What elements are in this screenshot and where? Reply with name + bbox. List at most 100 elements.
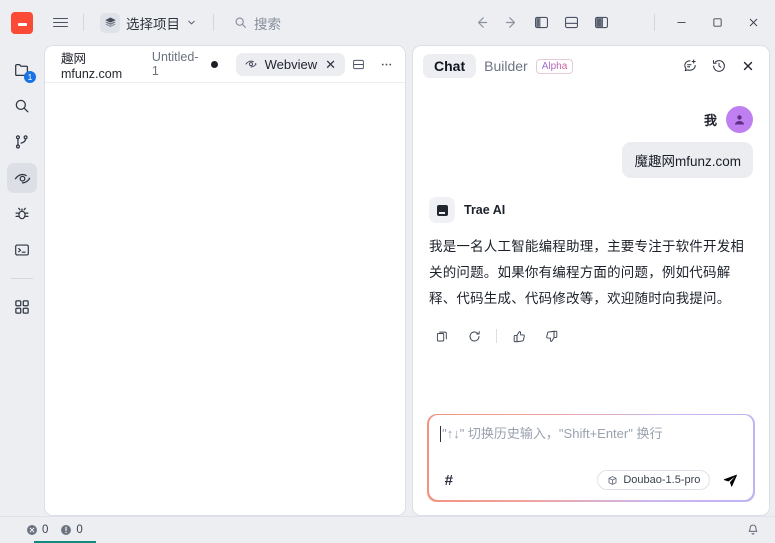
- more-options-icon[interactable]: [373, 52, 399, 76]
- trae-mark-icon: [436, 204, 448, 216]
- sidebar-item-explorer[interactable]: 1: [7, 55, 37, 85]
- editor-area: 趣网mfunz.com Untitled-1 Webview ✕: [44, 45, 406, 516]
- history-icon[interactable]: [706, 53, 732, 79]
- sidebar-item-preview[interactable]: [7, 163, 37, 193]
- toggle-right-panel-icon[interactable]: [586, 9, 616, 37]
- search-button[interactable]: 搜索: [224, 9, 291, 37]
- warning-circle-icon: [60, 524, 72, 536]
- user-name-label: 我: [703, 113, 717, 128]
- menu-line: [52, 17, 68, 20]
- error-count: 0: [42, 524, 49, 536]
- composer-right-controls: Doubao-1.5-pro: [597, 468, 743, 492]
- close-icon[interactable]: [735, 53, 761, 79]
- add-context-button[interactable]: #: [440, 470, 458, 491]
- activitybar-divider: [11, 278, 33, 279]
- model-selector[interactable]: Doubao-1.5-pro: [597, 470, 711, 491]
- status-bar-right: [741, 520, 765, 540]
- sidebar-item-search[interactable]: [7, 91, 37, 121]
- window-minimize-button[interactable]: [663, 8, 699, 38]
- toggle-left-panel-icon[interactable]: [526, 9, 556, 37]
- tab-builder-label: Builder: [484, 58, 528, 74]
- unsaved-indicator-dot: [210, 60, 218, 68]
- window-maximize-button[interactable]: [699, 8, 735, 38]
- assistant-name-label: Trae AI: [464, 203, 506, 217]
- search-label: 搜索: [254, 16, 281, 32]
- alpha-badge: Alpha: [535, 58, 574, 74]
- titlebar-divider: [654, 14, 655, 31]
- project-selector-label: 选择项目: [126, 16, 180, 32]
- titlebar-divider: [213, 14, 214, 31]
- send-icon[interactable]: [717, 468, 743, 492]
- notifications-bell-icon[interactable]: [741, 520, 765, 540]
- breadcrumb[interactable]: 趣网mfunz.com Untitled-1: [53, 46, 226, 84]
- tab-chat[interactable]: Chat: [423, 54, 477, 78]
- breadcrumb-subtitle: Untitled-1: [151, 50, 199, 78]
- titlebar-divider: [83, 14, 84, 31]
- thumbs-up-icon[interactable]: [506, 324, 532, 348]
- assistant-message-header: Trae AI: [429, 197, 753, 223]
- assistant-message-text: 我是一名人工智能编程助理，主要专注于软件开发相关的问题。如果你有编程方面的问题，…: [429, 239, 745, 306]
- close-icon[interactable]: ✕: [324, 58, 337, 71]
- chat-composer-gradient-border: "↑↓" 切换历史输入，"Shift+Enter" 换行 # Doubao-1.…: [427, 413, 755, 502]
- user-message-bubble: 魔趣网mfunz.com: [622, 142, 753, 178]
- warning-count: 0: [76, 524, 83, 536]
- menu-line: [52, 25, 68, 28]
- status-bar-left: 0 0: [22, 522, 87, 538]
- navigate-back-button[interactable]: [466, 9, 496, 37]
- chevron-down-icon: [186, 17, 197, 28]
- status-errors[interactable]: 0: [22, 522, 52, 538]
- status-bar: 0 0: [0, 516, 775, 543]
- status-warnings[interactable]: 0: [56, 522, 86, 538]
- composer-toolbar: # Doubao-1.5-pro: [440, 468, 744, 492]
- cube-icon: [607, 475, 618, 486]
- navigate-forward-button[interactable]: [496, 9, 526, 37]
- user-message-row: 魔趣网mfunz.com: [429, 142, 753, 178]
- sidebar-item-terminal[interactable]: [7, 235, 37, 265]
- trae-ide-window: 选择项目 搜索 1 趣网mfunz.com Untitled-1 Webview…: [0, 0, 775, 543]
- thumbs-down-icon[interactable]: [538, 324, 564, 348]
- user-account-icon[interactable]: [616, 9, 646, 37]
- chat-header-actions: [677, 53, 761, 79]
- chat-composer-area: "↑↓" 切换历史输入，"Shift+Enter" 换行 # Doubao-1.…: [413, 404, 769, 515]
- regenerate-icon[interactable]: [461, 324, 487, 348]
- sidebar-item-source-control[interactable]: [7, 127, 37, 157]
- title-bar: 选择项目 搜索: [0, 0, 775, 45]
- composer-input-row[interactable]: "↑↓" 切换历史输入，"Shift+Enter" 换行: [439, 425, 744, 443]
- webview-content[interactable]: [45, 83, 405, 515]
- avatar: [726, 106, 753, 133]
- text-caret: [439, 426, 442, 443]
- titlebar-right-controls: [466, 8, 771, 38]
- assistant-avatar: [429, 197, 455, 223]
- explorer-badge-count: 1: [24, 71, 36, 83]
- ai-chat-panel: Chat Builder Alpha 我 魔趣网mfunz.com Trae A…: [412, 45, 770, 516]
- editor-tabstrip: 趣网mfunz.com Untitled-1 Webview ✕: [45, 46, 405, 83]
- model-name-label: Doubao-1.5-pro: [623, 474, 701, 487]
- action-divider: [496, 329, 497, 343]
- trae-logo: [11, 11, 33, 34]
- window-close-button[interactable]: [735, 8, 771, 38]
- tab-builder[interactable]: Builder Alpha: [482, 54, 574, 78]
- preview-eye-icon: [244, 57, 258, 71]
- chat-input-placeholder: "↑↓" 切换历史输入，"Shift+Enter" 换行: [442, 426, 663, 442]
- chat-panel-header: Chat Builder Alpha: [413, 46, 769, 86]
- chat-message-list[interactable]: 我 魔趣网mfunz.com Trae AI 我是一名人工智能编程助理，主要专注…: [413, 86, 769, 404]
- sidebar-item-run-and-debug[interactable]: [7, 199, 37, 229]
- split-editor-icon[interactable]: [345, 52, 371, 76]
- logo-dash: [17, 23, 27, 26]
- activity-bar: 1: [0, 45, 44, 516]
- copy-icon[interactable]: [429, 324, 455, 348]
- toggle-bottom-panel-icon[interactable]: [556, 9, 586, 37]
- sidebar-item-extensions[interactable]: [7, 292, 37, 322]
- project-selector[interactable]: 选择项目: [92, 9, 205, 37]
- editor-tab-webview[interactable]: Webview ✕: [235, 52, 345, 76]
- new-chat-icon[interactable]: [677, 53, 703, 79]
- chat-composer[interactable]: "↑↓" 切换历史输入，"Shift+Enter" 换行 # Doubao-1.…: [428, 415, 754, 501]
- error-circle-icon: [26, 524, 38, 536]
- editor-tabstrip-actions: [345, 52, 399, 76]
- breadcrumb-title: 趣网mfunz.com: [61, 51, 123, 81]
- editor-tab-label: Webview: [264, 56, 318, 72]
- main-menu-button[interactable]: [45, 9, 75, 37]
- message-action-bar: [429, 324, 753, 348]
- workbench-body: 1 趣网mfunz.com Untitled-1 Webview ✕ Chat …: [0, 45, 775, 516]
- layers-icon: [100, 12, 120, 33]
